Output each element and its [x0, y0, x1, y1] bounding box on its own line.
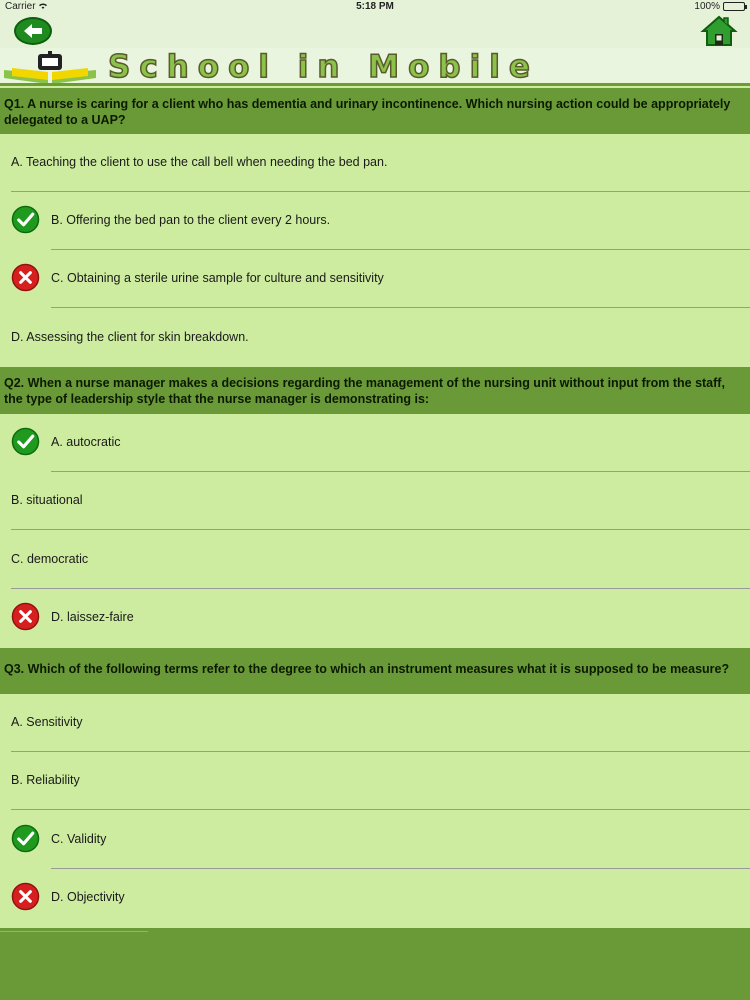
q2-option-a[interactable]: A. autocratic — [0, 414, 750, 472]
option-text: A. Sensitivity — [11, 715, 83, 729]
q1-option-d[interactable]: D. Assessing the client for skin breakdo… — [0, 309, 750, 367]
navigation-bar — [0, 14, 750, 48]
footer-divider — [0, 931, 148, 932]
q2-option-b[interactable]: B. situational — [0, 472, 750, 530]
divider — [51, 307, 750, 308]
option-text: C. Validity — [51, 832, 107, 846]
app-title: School in Mobile — [107, 48, 539, 85]
option-text: B. situational — [11, 493, 83, 507]
q1-option-c[interactable]: C. Obtaining a sterile urine sample for … — [0, 250, 750, 308]
option-text: A. autocratic — [51, 435, 121, 449]
option-text: B. Offering the bed pan to the client ev… — [51, 213, 331, 227]
q1-option-a[interactable]: A. Teaching the client to use the call b… — [0, 134, 750, 192]
option-text: B. Reliability — [11, 773, 80, 787]
footer-bar — [0, 928, 750, 1000]
q2-option-c[interactable]: C. democratic — [0, 531, 750, 589]
book-logo-icon — [4, 51, 96, 83]
cross-icon — [11, 263, 40, 292]
q3-option-a[interactable]: A. Sensitivity — [0, 694, 750, 752]
option-text: D. Objectivity — [51, 890, 125, 904]
question-2: Q2. When a nurse manager makes a decisio… — [0, 367, 750, 414]
q1-option-b[interactable]: B. Offering the bed pan to the client ev… — [0, 192, 750, 250]
cross-icon — [11, 602, 40, 631]
question-1: Q1. A nurse is caring for a client who h… — [0, 88, 750, 134]
app-banner: School in Mobile — [0, 48, 750, 86]
option-text: C. democratic — [11, 552, 89, 566]
option-text: C. Obtaining a sterile urine sample for … — [51, 271, 384, 285]
divider — [11, 529, 750, 530]
question-3: Q3. Which of the following terms refer t… — [0, 648, 750, 694]
checkmark-icon — [11, 427, 40, 456]
question-text: Q1. A nurse is caring for a client who h… — [4, 97, 731, 127]
divider — [11, 809, 750, 810]
option-text: D. Assessing the client for skin breakdo… — [11, 330, 249, 344]
q2-option-d[interactable]: D. laissez-faire — [0, 589, 750, 647]
battery-percent: 100% — [694, 1, 720, 12]
checkmark-icon — [11, 824, 40, 853]
question-text: Q2. When a nurse manager makes a decisio… — [4, 376, 725, 406]
question-text: Q3. Which of the following terms refer t… — [4, 662, 730, 676]
battery-icon — [723, 2, 747, 11]
q3-option-b[interactable]: B. Reliability — [0, 752, 750, 810]
checkmark-icon — [11, 205, 40, 234]
option-text: D. laissez-faire — [51, 610, 134, 624]
option-text: A. Teaching the client to use the call b… — [11, 155, 388, 169]
q3-option-c[interactable]: C. Validity — [0, 811, 750, 869]
home-button[interactable] — [700, 15, 738, 47]
battery-indicator: 100% — [694, 1, 747, 12]
cross-icon — [11, 882, 40, 911]
back-button[interactable] — [14, 17, 52, 45]
status-time: 5:18 PM — [356, 1, 394, 12]
q3-option-d[interactable]: D. Objectivity — [0, 869, 750, 927]
back-arrow-icon — [24, 24, 42, 38]
status-bar: Carrier 5:18 PM 100% — [0, 0, 750, 14]
